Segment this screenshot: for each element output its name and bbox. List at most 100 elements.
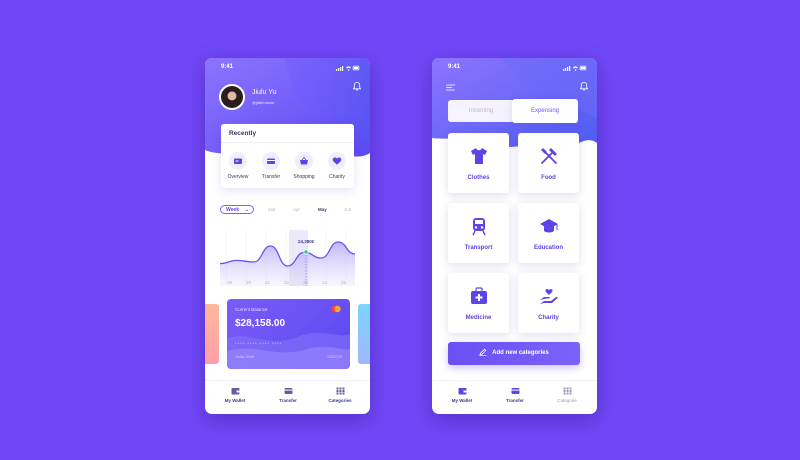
highlight-point[interactable] [303, 249, 309, 255]
user-name: Jiulu Yu [252, 89, 277, 96]
signal-battery-icon [336, 65, 360, 71]
recent-item-label: Charity [329, 174, 345, 180]
wallet-screen: 9:41 Jiulu Yu @jattimdude Recently Overv… [205, 58, 370, 414]
tab-incoming[interactable]: Incoming [448, 100, 514, 122]
card-icon [284, 388, 292, 394]
category-charity[interactable]: Charity [518, 273, 579, 333]
next-card[interactable] [358, 304, 370, 364]
card-holder: Jiuliu Gfott [235, 354, 254, 359]
recent-item-transfer[interactable]: Transfer [255, 152, 287, 180]
categories-screen: 9:41 Incoming Expensing Clothes Food Tra… [432, 58, 597, 414]
category-food[interactable]: Food [518, 133, 579, 193]
mastercard-icon [331, 305, 341, 313]
recently-panel: Recently Overview Transfer Shopping Char… [221, 124, 354, 188]
wallet-icon [231, 388, 239, 395]
category-label: Education [533, 245, 563, 251]
status-bar: 9:41 [205, 64, 370, 74]
category-clothes[interactable]: Clothes [448, 133, 509, 193]
recent-item-label: Shopping [293, 174, 315, 180]
balance-label: Current Balance [235, 307, 268, 312]
recent-item-shopping[interactable]: Shopping [288, 152, 320, 180]
x-tick: 22 [284, 280, 290, 285]
card-expiry: 03/2070 [327, 354, 342, 359]
nav-label: Transfer [279, 398, 297, 403]
grid-icon [336, 387, 344, 395]
status-time: 9:41 [448, 64, 461, 70]
x-tick: 23 [303, 280, 309, 285]
month-apr[interactable]: Apr [293, 207, 300, 212]
chevron-down-icon: ⌄ [244, 207, 249, 213]
graduation-cap-icon [539, 219, 558, 233]
recent-item-label: Overview [227, 174, 249, 180]
month-mar[interactable]: Mar [268, 207, 276, 212]
category-label: Medicine [465, 315, 492, 321]
week-dropdown[interactable]: Week ⌄ [220, 205, 254, 214]
x-tick: 20 [246, 280, 252, 285]
shirt-icon [470, 148, 487, 164]
category-education[interactable]: Education [518, 203, 579, 263]
category-label: Food [541, 175, 556, 181]
card-carousel[interactable]: Current Balance $28,158.00 **** **** ***… [205, 297, 370, 370]
add-category-label: Add new categories [492, 350, 549, 356]
shopping-basket-icon [300, 156, 308, 165]
nav-label: My Wallet [224, 398, 246, 403]
bell-icon[interactable] [580, 82, 588, 91]
card-icon [511, 388, 519, 394]
grid-icon [563, 387, 571, 395]
status-time: 9:41 [221, 64, 234, 70]
nav-categories[interactable]: Categorie [542, 387, 592, 403]
overview-icon [234, 158, 242, 164]
prev-card[interactable] [205, 304, 219, 364]
divider [221, 142, 354, 143]
heart-icon [332, 157, 342, 165]
train-icon [471, 218, 486, 236]
add-category-button[interactable]: Add new categories [448, 342, 580, 365]
fork-knife-icon [540, 148, 557, 164]
category-label: Clothes [467, 175, 490, 181]
user-handle: @jattimdude [252, 100, 275, 105]
chart-annotation: 24,380€ [298, 239, 315, 244]
avatar[interactable] [219, 84, 245, 110]
bottom-nav: My Wallet Transfer Categories [205, 380, 370, 414]
nav-label: Categories [328, 398, 352, 403]
recent-item-overview[interactable]: Overview [222, 152, 254, 180]
x-tick: 25 [341, 280, 347, 285]
status-bar: 9:41 [432, 64, 597, 74]
nav-my-wallet[interactable]: My Wallet [210, 387, 260, 403]
medical-kit-icon [470, 287, 487, 304]
nav-transfer[interactable]: Transfer [490, 387, 540, 403]
wallet-icon [458, 388, 466, 395]
menu-icon[interactable] [446, 84, 455, 91]
nav-my-wallet[interactable]: My Wallet [437, 387, 487, 403]
week-dropdown-label: Week [226, 207, 239, 213]
nav-transfer[interactable]: Transfer [263, 387, 313, 403]
recently-title: Recently [229, 130, 257, 137]
signal-battery-icon [563, 65, 587, 71]
bottom-nav: My Wallet Transfer Categorie [432, 380, 597, 414]
balance-amount: $28,158.00 [235, 318, 286, 329]
category-label: Charity [538, 315, 559, 321]
transfer-icon [267, 158, 275, 164]
recent-item-charity[interactable]: Charity [321, 152, 353, 180]
recent-item-label: Transfer [261, 174, 281, 180]
type-tabs: Incoming Expensing [448, 99, 580, 124]
spending-chart: 24,380€ [220, 230, 355, 286]
category-label: Transport [464, 245, 493, 251]
x-tick: 24 [322, 280, 328, 285]
nav-label: My Wallet [451, 398, 473, 403]
period-selector: Week ⌄ Mar Apr May Jun [220, 205, 360, 215]
card-number: **** **** **** **** [235, 341, 283, 346]
nav-label: Transfer [506, 398, 524, 403]
bell-icon[interactable] [353, 82, 361, 91]
nav-categories[interactable]: Categories [315, 387, 365, 403]
x-tick: 19 [227, 280, 233, 285]
month-may[interactable]: May [318, 207, 327, 212]
month-jun[interactable]: Jun [344, 207, 351, 212]
balance-card[interactable]: Current Balance $28,158.00 **** **** ***… [227, 299, 350, 369]
pencil-icon [479, 349, 487, 357]
tab-expensing[interactable]: Expensing [512, 99, 578, 123]
hand-heart-icon [539, 289, 557, 304]
category-transport[interactable]: Transport [448, 203, 509, 263]
nav-label: Categorie [557, 398, 577, 403]
category-medicine[interactable]: Medicine [448, 273, 509, 333]
